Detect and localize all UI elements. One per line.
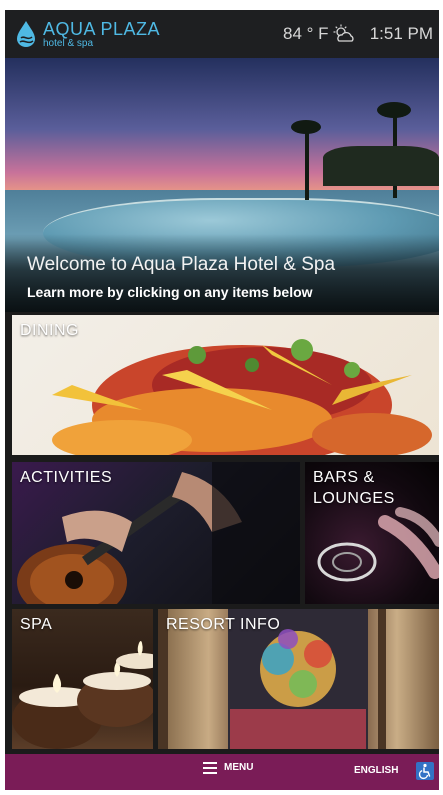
tile-label-spa: SPA	[20, 616, 53, 633]
language-selector[interactable]: ENGLISH	[354, 765, 398, 776]
app-frame: AQUA PLAZA hotel & spa 84 ° F 1:51 PM We…	[5, 10, 439, 790]
logo-subtitle: hotel & spa	[43, 37, 94, 49]
bottom-nav-bar: MENU ENGLISH	[5, 754, 439, 790]
tile-label-activities: ACTIVITIES	[20, 469, 113, 486]
logo[interactable]: AQUA PLAZA hotel & spa	[15, 20, 160, 49]
hero-banner[interactable]: Welcome to Aqua Plaza Hotel & Spa Learn …	[5, 58, 439, 312]
temperature-text: 84 ° F	[283, 24, 329, 43]
tile-label-resort-info: RESORT INFO	[166, 616, 281, 633]
tile-bars-lounges[interactable]: BARS & LOUNGES	[305, 462, 439, 604]
tile-spa[interactable]: SPA	[12, 609, 153, 749]
tile-label-bars-lounges: BARS & LOUNGES	[313, 469, 395, 507]
hero-subtitle: Learn more by clicking on any items belo…	[27, 284, 313, 300]
clock: 1:51 PM	[369, 24, 433, 43]
menu-button[interactable]: MENU	[203, 762, 254, 774]
logo-title: AQUA PLAZA	[43, 18, 161, 39]
tile-label-dining: DINING	[20, 322, 79, 339]
water-drop-icon	[15, 20, 37, 48]
header-bar: AQUA PLAZA hotel & spa 84 ° F 1:51 PM	[5, 10, 439, 58]
tile-resort-info[interactable]: RESORT INFO	[158, 609, 439, 749]
hamburger-icon	[203, 762, 217, 774]
hero-title: Welcome to Aqua Plaza Hotel & Spa	[27, 254, 336, 275]
accessibility-button[interactable]	[416, 762, 434, 780]
wheelchair-icon	[418, 763, 431, 780]
weather-widget: 84 ° F	[283, 24, 355, 44]
partly-cloudy-icon	[333, 24, 355, 44]
menu-label: MENU	[224, 762, 254, 773]
tile-dining[interactable]: DINING	[12, 315, 439, 455]
tile-activities[interactable]: ACTIVITIES	[12, 462, 300, 604]
